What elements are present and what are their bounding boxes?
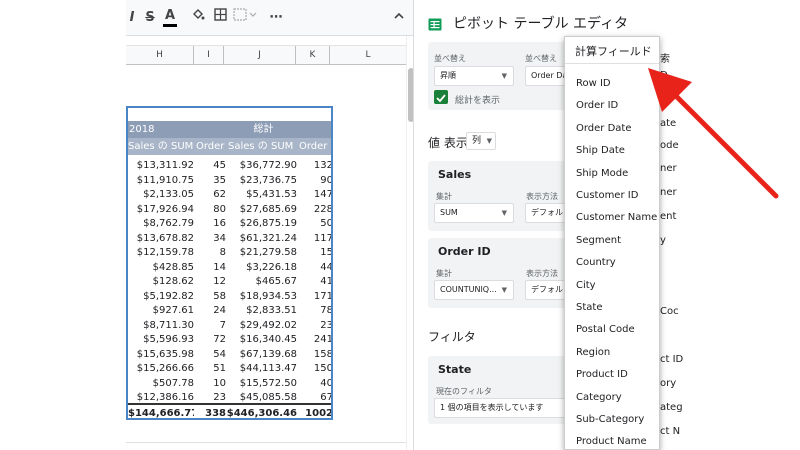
- total-orders-2018: 338: [205, 408, 226, 419]
- pivot-table: 2018 総計 Sales の SUM Order II Sales の SUM…: [126, 106, 333, 420]
- current-filter-label: 現在のフィルタ: [436, 387, 492, 396]
- chevron-down-icon: ▼: [501, 286, 507, 294]
- field-option[interactable]: Country: [576, 257, 616, 268]
- pivot-header-row-1: 2018 総計: [128, 121, 331, 138]
- sales-agg-label: 集計: [436, 192, 452, 201]
- column-header-k[interactable]: K: [296, 46, 330, 65]
- hidden-field-fragment: ateg: [660, 402, 683, 413]
- sales-agg-select[interactable]: SUM ▼: [434, 203, 514, 223]
- values-display-value: 列: [472, 136, 482, 146]
- strikethrough-button[interactable]: S: [143, 8, 157, 28]
- header-order-count-2018: Order II: [196, 141, 228, 152]
- sort-by-label: 並べ替え: [525, 54, 557, 63]
- order-id-agg-value: COUNTUNIQ...: [440, 285, 497, 294]
- red-arrow-annotation: [648, 68, 779, 199]
- field-option[interactable]: Category: [576, 392, 622, 403]
- field-option[interactable]: Order ID: [576, 100, 618, 111]
- field-option[interactable]: Product ID: [576, 369, 628, 380]
- sort-by-value: Order Dat: [531, 71, 568, 80]
- more-options-icon[interactable]: ⋯: [268, 8, 284, 28]
- show-total-checkbox[interactable]: [434, 90, 448, 104]
- order-id-display-select[interactable]: デフォル: [525, 280, 568, 300]
- fill-color-icon[interactable]: [190, 8, 206, 28]
- order-id-agg-select[interactable]: COUNTUNIQ... ▼: [434, 280, 514, 300]
- field-option[interactable]: Ship Mode: [576, 168, 628, 179]
- total-sales-2018: $144,666.77: [128, 408, 194, 419]
- sort-order-select[interactable]: 昇順 ▼: [434, 66, 514, 86]
- order-id-value-card: Order ID 集計 表示方法 COUNTUNIQ... ▼ デフォル: [428, 238, 568, 308]
- state-filter-title: State: [438, 363, 472, 376]
- filter-section-title: フィルタ: [428, 330, 476, 344]
- hidden-field-fragment: ct N: [660, 426, 681, 437]
- field-option[interactable]: Product Name: [576, 436, 647, 447]
- field-option[interactable]: Sub-Category: [576, 414, 644, 425]
- sort-by-select[interactable]: Order Dat: [525, 66, 568, 86]
- column-header-i[interactable]: I: [194, 46, 224, 65]
- field-option[interactable]: City: [576, 280, 596, 291]
- total-orders-grand: 1002: [305, 408, 333, 419]
- total-sales-grand: $446,306.46: [226, 408, 297, 419]
- header-order-count-total: Order II: [299, 141, 333, 152]
- order-id-display-value: デフォル: [531, 285, 563, 294]
- text-color-button[interactable]: A: [163, 8, 177, 27]
- field-option[interactable]: Postal Code: [576, 324, 635, 335]
- sales-card-title: Sales: [438, 168, 472, 181]
- header-sales-sum-total: Sales の SUM: [228, 141, 294, 152]
- field-option[interactable]: Segment: [576, 235, 621, 246]
- current-filter-select[interactable]: 1 個の項目を表示しています: [434, 398, 568, 418]
- sheet-bottom-divider: [126, 442, 406, 443]
- calculated-field-option[interactable]: 計算フィールド: [575, 43, 652, 59]
- vertical-scrollbar[interactable]: [406, 36, 414, 450]
- header-year: 2018: [129, 124, 155, 135]
- hidden-field-fragment: ct ID: [660, 354, 684, 365]
- order-id-agg-label: 集計: [436, 269, 452, 278]
- sheet-toolbar: I S A ⋯: [126, 0, 413, 36]
- header-sales-sum-2018: Sales の SUM: [128, 141, 194, 152]
- column-header-j[interactable]: J: [224, 46, 296, 65]
- hidden-field-fragment: y: [660, 235, 666, 246]
- column-header-h[interactable]: H: [126, 46, 194, 65]
- sort-label: 並べ替え: [434, 54, 466, 63]
- hidden-field-fragment: ory: [660, 378, 677, 389]
- borders-icon[interactable]: [212, 8, 228, 28]
- pivot-header-row-2: Sales の SUM Order II Sales の SUM Order I…: [128, 138, 333, 155]
- chevron-down-icon: ▼: [501, 209, 507, 217]
- merge-cells-icon[interactable]: [232, 8, 258, 28]
- state-filter-card: State 現在のフィルタ 1 個の項目を表示しています: [428, 356, 568, 424]
- current-filter-value: 1 個の項目を表示しています: [440, 403, 544, 412]
- order-id-card-title: Order ID: [438, 245, 491, 258]
- field-option[interactable]: Row ID: [576, 78, 611, 89]
- column-header-l[interactable]: L: [330, 46, 406, 65]
- hidden-field-fragment: ent: [660, 211, 677, 222]
- show-total-label: 総計を表示: [455, 96, 501, 106]
- sales-agg-value: SUM: [440, 208, 458, 217]
- chevron-down-icon: ▼: [486, 137, 492, 145]
- hidden-field-fragment: Coc: [660, 306, 679, 317]
- rows-config-card: 並べ替え 並べ替え 昇順 ▼ Order Dat 総計を表示: [428, 42, 568, 110]
- pivot-total-row: $144,666.77 338 $446,306.46 1002: [128, 403, 333, 419]
- sales-display-select[interactable]: デフォル: [525, 203, 568, 223]
- sort-order-value: 昇順: [440, 71, 456, 80]
- sales-value-card: Sales 集計 表示方法 SUM ▼ デフォル: [428, 161, 568, 231]
- order-id-display-label: 表示方法: [526, 269, 558, 278]
- sheets-icon: [428, 16, 442, 31]
- header-grand-total: 総計: [253, 124, 274, 135]
- collapse-toolbar-icon[interactable]: [392, 8, 406, 28]
- field-option[interactable]: Order Date: [576, 123, 632, 134]
- field-option[interactable]: Customer ID: [576, 190, 638, 201]
- field-option[interactable]: Customer Name: [576, 212, 657, 223]
- field-option[interactable]: Ship Date: [576, 145, 625, 156]
- chevron-down-icon: ▼: [501, 72, 507, 80]
- values-display-select[interactable]: 列 ▼: [466, 132, 496, 150]
- sales-display-value: デフォル: [531, 208, 563, 217]
- field-option[interactable]: Region: [576, 347, 610, 358]
- column-header-bar: H I J K L: [126, 45, 406, 65]
- sales-display-label: 表示方法: [526, 192, 558, 201]
- panel-title: ピボット テーブル エディタ: [453, 16, 629, 32]
- italic-button[interactable]: I: [126, 8, 138, 28]
- field-option[interactable]: State: [576, 302, 602, 313]
